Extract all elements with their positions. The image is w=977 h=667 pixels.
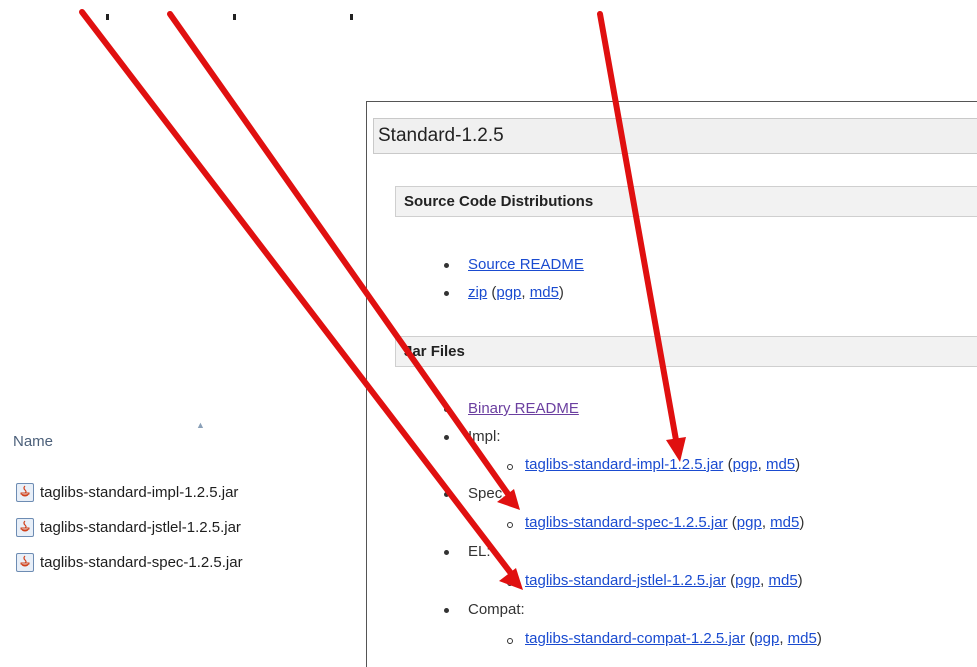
- compat-pgp-link[interactable]: pgp: [754, 630, 779, 647]
- file-name: taglibs-standard-spec-1.2.5.jar: [40, 553, 243, 571]
- circle-bullet-icon: [507, 580, 513, 586]
- el-jar-line: taglibs-standard-jstlel-1.2.5.jar (pgp, …: [525, 572, 803, 589]
- zip-md5-link[interactable]: md5: [530, 284, 559, 301]
- compat-label: Compat:: [468, 601, 525, 618]
- el-md5-link[interactable]: md5: [768, 572, 797, 589]
- file-row-impl[interactable]: taglibs-standard-impl-1.2.5.jar: [16, 479, 238, 505]
- el-label: EL:: [468, 543, 491, 560]
- bullet-icon: [444, 435, 449, 440]
- bullet-icon: [444, 407, 449, 412]
- file-row-jstlel[interactable]: taglibs-standard-jstlel-1.2.5.jar: [16, 514, 241, 540]
- compat-jar-link[interactable]: taglibs-standard-compat-1.2.5.jar: [525, 630, 745, 647]
- impl-pgp-link[interactable]: pgp: [733, 456, 758, 473]
- source-section-heading: Source Code Distributions: [395, 186, 977, 217]
- spec-pgp-link[interactable]: pgp: [737, 514, 762, 531]
- circle-bullet-icon: [507, 464, 513, 470]
- compat-jar-line: taglibs-standard-compat-1.2.5.jar (pgp, …: [525, 630, 822, 647]
- bullet-icon: [444, 291, 449, 296]
- circle-bullet-icon: [507, 522, 513, 528]
- bullet-icon: [444, 263, 449, 268]
- impl-jar-link[interactable]: taglibs-standard-impl-1.2.5.jar: [525, 456, 723, 473]
- name-column-header[interactable]: Name: [13, 433, 53, 450]
- impl-jar-line: taglibs-standard-impl-1.2.5.jar (pgp, md…: [525, 456, 801, 473]
- zip-link[interactable]: zip: [468, 284, 487, 301]
- spec-jar-link[interactable]: taglibs-standard-spec-1.2.5.jar: [525, 514, 728, 531]
- file-explorer: ▲ Name taglibs-standard-impl-1.2.5.jar t…: [0, 0, 360, 666]
- zip-pgp-link[interactable]: pgp: [496, 284, 521, 301]
- zip-line: zip (pgp, md5): [468, 284, 564, 301]
- impl-label: Impl:: [468, 428, 501, 445]
- file-row-spec[interactable]: taglibs-standard-spec-1.2.5.jar: [16, 549, 243, 575]
- el-pgp-link[interactable]: pgp: [735, 572, 760, 589]
- circle-bullet-icon: [507, 638, 513, 644]
- bullet-icon: [444, 492, 449, 497]
- bullet-icon: [444, 608, 449, 613]
- java-jar-icon: [16, 482, 34, 502]
- spec-md5-link[interactable]: md5: [770, 514, 799, 531]
- file-name: taglibs-standard-impl-1.2.5.jar: [40, 483, 239, 501]
- java-jar-icon: [16, 552, 34, 572]
- spec-jar-line: taglibs-standard-spec-1.2.5.jar (pgp, md…: [525, 514, 805, 531]
- source-readme-link[interactable]: Source README: [468, 256, 584, 273]
- sort-ascending-icon: ▲: [196, 420, 205, 430]
- java-jar-icon: [16, 517, 34, 537]
- page-title: Standard-1.2.5: [373, 118, 977, 154]
- jar-section-heading: Jar Files: [395, 336, 977, 367]
- spec-label: Spec:: [468, 485, 507, 502]
- compat-md5-link[interactable]: md5: [788, 630, 817, 647]
- file-name: taglibs-standard-jstlel-1.2.5.jar: [40, 518, 241, 536]
- download-page-panel: Standard-1.2.5 Source Code Distributions…: [366, 101, 977, 667]
- binary-readme-link[interactable]: Binary README: [468, 400, 579, 417]
- el-jar-link[interactable]: taglibs-standard-jstlel-1.2.5.jar: [525, 572, 726, 589]
- bullet-icon: [444, 550, 449, 555]
- impl-md5-link[interactable]: md5: [766, 456, 795, 473]
